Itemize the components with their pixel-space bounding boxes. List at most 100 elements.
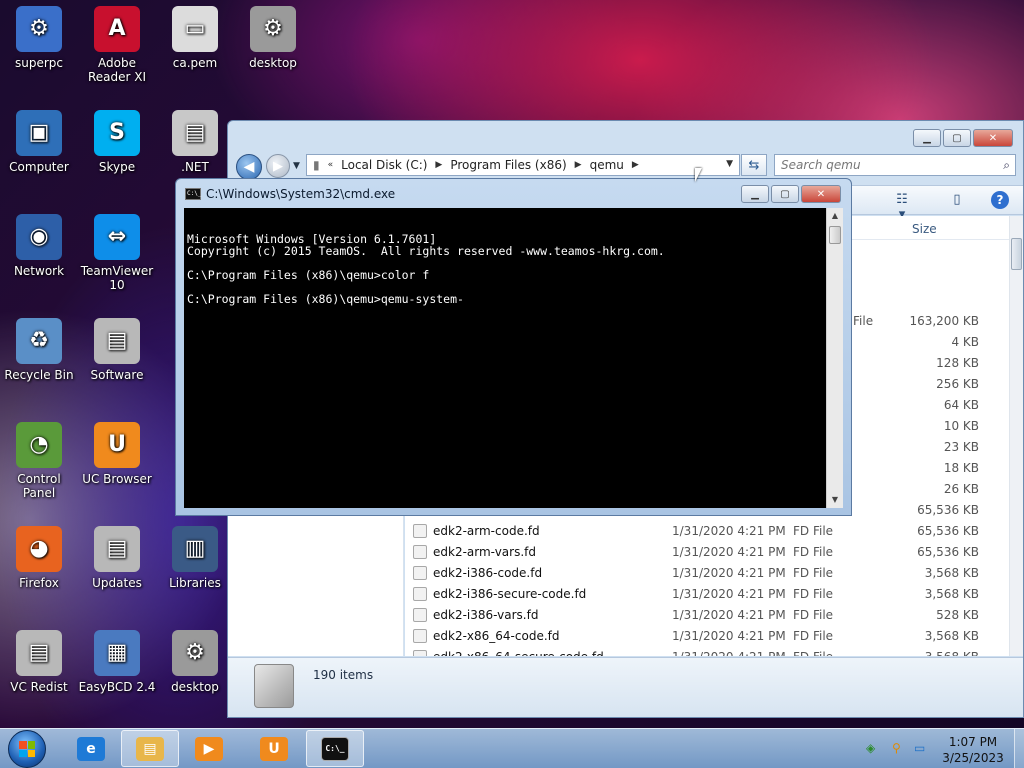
scrollbar-thumb[interactable] — [829, 226, 841, 244]
desktop-icon-5[interactable]: S Skype — [78, 110, 156, 174]
scrollbar-thumb[interactable] — [1011, 238, 1022, 270]
desktop-icon-7[interactable]: ◉ Network — [0, 214, 78, 278]
back-arrow-icon: ◀ — [243, 159, 255, 175]
address-bar[interactable]: ▮ « Local Disk (C:) ▶ Program Files (x86… — [306, 154, 740, 176]
cmd-window[interactable]: C:\_ C:\Windows\System32\cmd.exe ▁ ▢ ✕ M… — [175, 178, 852, 516]
file-icon — [413, 650, 427, 656]
maximize-button[interactable]: ▢ — [943, 129, 971, 147]
scroll-up-icon[interactable]: ▲ — [827, 208, 843, 224]
desktop-icon-8[interactable]: ⇔ TeamViewer 10 — [78, 214, 156, 292]
desktop-icon-15[interactable]: ▥ Libraries — [156, 526, 234, 590]
cmd-icon: C:\_ — [185, 188, 201, 200]
desktop-icon-label: Skype — [98, 160, 136, 174]
file-size: 3,568 KB — [925, 650, 979, 656]
taskbar: e ▤ ▶ U C:\_ ◈ ⚲ ▭ 1:07 PM 3/25/2023 — [0, 728, 1024, 768]
file-type: File — [853, 314, 874, 328]
taskbar-windows-explorer[interactable]: ▤ — [121, 730, 179, 767]
start-button[interactable] — [8, 730, 46, 768]
table-row[interactable]: edk2-i386-vars.fd 1/31/2020 4:21 PM FD Fil… — [405, 605, 1009, 626]
breadcrumb-overflow-icon[interactable]: « — [328, 160, 334, 170]
clock[interactable]: 1:07 PM 3/25/2023 — [935, 734, 1011, 766]
breadcrumb-qemu[interactable]: qemu — [590, 158, 624, 172]
desktop-icon-label: desktop — [249, 56, 297, 70]
desktop-icon-1[interactable]: A Adobe Reader XI — [78, 6, 156, 84]
table-row[interactable]: edk2-x86_64-secure-code.fd 1/31/2020 4:21… — [405, 647, 1009, 656]
close-button[interactable]: ✕ — [973, 129, 1013, 147]
maximize-button[interactable]: ▢ — [771, 185, 799, 203]
desktop-icon-16[interactable]: ▤ VC Redist — [0, 630, 78, 694]
search-icon[interactable]: ⌕ — [1003, 158, 1010, 173]
media-player-icon: ▶ — [195, 736, 223, 761]
file-name: edk2-x86_64-secure-code.fd — [433, 650, 604, 656]
cmd-scrollbar[interactable]: ▲ ▼ — [826, 208, 843, 508]
chevron-right-icon[interactable]: ▶ — [632, 160, 639, 170]
desktop-icon-2[interactable]: ▭ ca.pem — [156, 6, 234, 70]
console-output[interactable]: Microsoft Windows [Version 6.1.7601] Copy… — [184, 208, 826, 508]
desktop-icon-label: Updates — [92, 576, 142, 590]
desktop-shortcut-icon: ▤ — [94, 526, 140, 572]
file-size: 23 KB — [943, 440, 979, 454]
display-tray-icon[interactable]: ▭ — [914, 741, 925, 755]
desktop-icon-10[interactable]: ▤ Software — [78, 318, 156, 382]
desktop-icon-12[interactable]: U UC Browser — [78, 422, 156, 486]
file-date: 1/31/2020 4:21 PM — [672, 545, 786, 559]
search-tray-icon[interactable]: ⚲ — [892, 741, 901, 755]
scroll-down-icon[interactable]: ▼ — [827, 492, 843, 508]
recent-pages-dropdown[interactable]: ▼ — [293, 161, 300, 171]
breadcrumb-local-disk[interactable]: Local Disk (C:) — [341, 158, 427, 172]
desktop-icon-9[interactable]: ♻ Recycle Bin — [0, 318, 78, 382]
desktop-icon-label: UC Browser — [82, 472, 152, 486]
file-name: edk2-i386-vars.fd — [433, 608, 539, 622]
desktop-icon-18[interactable]: ⚙ desktop — [156, 630, 234, 694]
forward-arrow-icon: ▶ — [273, 158, 283, 174]
file-size: 163,200 KB — [909, 314, 979, 328]
clock-time: 1:07 PM — [948, 735, 998, 749]
network-tray-icon[interactable]: ◈ — [866, 741, 875, 755]
preview-pane-icon[interactable]: ▯ — [947, 192, 967, 208]
help-icon[interactable]: ? — [991, 191, 1009, 209]
chevron-right-icon[interactable]: ▶ — [575, 160, 582, 170]
console-line: C:\Program Files (x86)\qemu>color f — [187, 268, 430, 282]
windows-explorer-icon: ▤ — [136, 736, 164, 761]
table-row[interactable]: edk2-arm-code.fd 1/31/2020 4:21 PM FD File… — [405, 521, 1009, 542]
taskbar-uc-browser[interactable]: U — [245, 730, 303, 767]
file-type: FD File — [793, 650, 833, 656]
minimize-button[interactable]: ▁ — [741, 185, 769, 203]
folder-icon: ▮ — [313, 158, 320, 172]
windows-logo-icon — [19, 741, 35, 757]
desktop-icon-4[interactable]: ▣ Computer — [0, 110, 78, 174]
table-row[interactable]: edk2-arm-vars.fd 1/31/2020 4:21 PM FD File… — [405, 542, 1009, 563]
column-size[interactable]: Size — [912, 222, 937, 236]
forward-button[interactable]: ▶ — [266, 154, 290, 178]
taskbar-internet-explorer[interactable]: e — [62, 730, 120, 767]
show-desktop-button[interactable] — [1014, 729, 1024, 768]
taskbar-cmd[interactable]: C:\_ — [306, 730, 364, 767]
close-button[interactable]: ✕ — [801, 185, 841, 203]
chevron-right-icon[interactable]: ▶ — [435, 160, 442, 170]
desktop-icon-0[interactable]: ⚙ superpc — [0, 6, 78, 70]
status-bar: 190 items — [228, 657, 1023, 717]
desktop-icon-17[interactable]: ▦ EasyBCD 2.4 — [78, 630, 156, 694]
desktop-icon-11[interactable]: ◔ Control Panel — [0, 422, 78, 500]
refresh-button[interactable]: ⇆ — [741, 154, 767, 176]
file-list-scrollbar[interactable] — [1009, 216, 1023, 656]
desktop-icon-13[interactable]: ◕ Firefox — [0, 526, 78, 590]
table-row[interactable]: edk2-x86_64-code.fd 1/31/2020 4:21 PM FD F… — [405, 626, 1009, 647]
desktop-icon-6[interactable]: ▤ .NET — [156, 110, 234, 174]
back-button[interactable]: ◀ — [236, 154, 262, 180]
taskbar-media-player[interactable]: ▶ — [180, 730, 238, 767]
file-size: 10 KB — [943, 419, 979, 433]
table-row[interactable]: edk2-i386-secure-code.fd 1/31/2020 4:21 P… — [405, 584, 1009, 605]
view-options-icon[interactable]: ☷ ▾ — [892, 192, 912, 222]
search-input[interactable]: Search qemu ⌕ — [774, 154, 1016, 176]
desktop-icon-3[interactable]: ⚙ desktop — [234, 6, 312, 70]
table-row[interactable]: edk2-i386-code.fd 1/31/2020 4:21 PM FD Fil… — [405, 563, 1009, 584]
file-type: FD File — [793, 587, 834, 601]
minimize-button[interactable]: ▁ — [913, 129, 941, 147]
desktop-icon-label: superpc — [14, 56, 63, 70]
address-dropdown-icon[interactable]: ▼ — [726, 159, 733, 169]
desktop-icon-label: Network — [13, 264, 65, 278]
breadcrumb-program-files[interactable]: Program Files (x86) — [450, 158, 566, 172]
desktop-shortcut-icon: ◔ — [16, 422, 62, 468]
desktop-icon-14[interactable]: ▤ Updates — [78, 526, 156, 590]
